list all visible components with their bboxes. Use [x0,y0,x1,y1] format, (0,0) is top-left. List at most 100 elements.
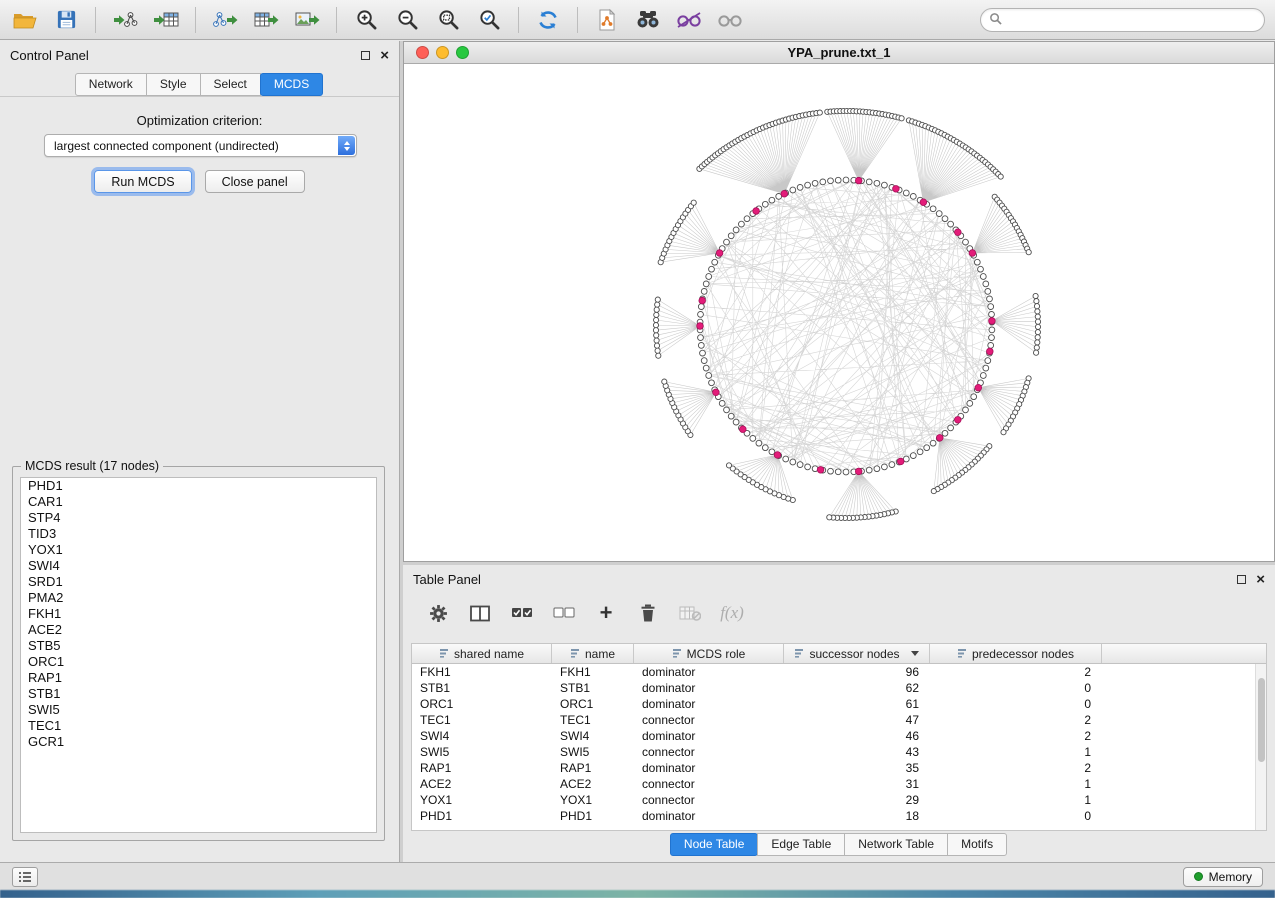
show-columns-icon[interactable] [467,600,493,626]
column-header-name[interactable]: name [552,644,634,663]
close-panel-button[interactable]: Close panel [205,170,305,193]
optimization-criterion-select[interactable]: largest connected component (undirected) [44,134,357,157]
tab-network[interactable]: Network [75,73,147,96]
table-cell[interactable]: dominator [634,680,784,696]
function-builder-icon[interactable]: f(x) [719,600,745,626]
table-row[interactable]: ORC1ORC1dominator610 [412,696,1255,712]
table-cell[interactable]: 31 [784,776,930,792]
table-cell[interactable]: PHD1 [412,808,552,824]
table-cell[interactable]: connector [634,744,784,760]
window-minimize-button[interactable] [436,46,449,59]
zoom-selected-icon[interactable] [474,5,504,35]
table-row[interactable]: PHD1PHD1dominator180 [412,808,1255,824]
table-cell[interactable]: STB1 [412,680,552,696]
table-row[interactable]: FKH1FKH1dominator962 [412,664,1255,680]
table-cell[interactable]: ORC1 [412,696,552,712]
table-cell[interactable]: 47 [784,712,930,728]
mcds-result-item[interactable]: STB1 [21,686,376,702]
column-header-successor-nodes[interactable]: successor nodes [784,644,930,663]
save-session-icon[interactable] [51,5,81,35]
table-cell[interactable]: 2 [930,760,1102,776]
create-column-icon[interactable]: + [593,600,619,626]
mcds-result-item[interactable]: RAP1 [21,670,376,686]
column-header-shared-name[interactable]: shared name [412,644,552,663]
tab-motifs[interactable]: Motifs [947,833,1007,856]
table-cell[interactable]: 1 [930,792,1102,808]
duplicate-network-icon[interactable] [592,5,622,35]
import-network-icon[interactable] [110,5,140,35]
table-row[interactable]: RAP1RAP1dominator352 [412,760,1255,776]
table-cell[interactable]: FKH1 [412,664,552,680]
column-header-predecessor-nodes[interactable]: predecessor nodes [930,644,1102,663]
run-mcds-button[interactable]: Run MCDS [94,170,191,193]
deselect-all-icon[interactable] [551,600,577,626]
float-panel-icon[interactable] [1237,575,1246,584]
tab-network-table[interactable]: Network Table [844,833,948,856]
zoom-fit-icon[interactable] [433,5,463,35]
table-cell[interactable]: dominator [634,728,784,744]
table-cell[interactable]: ACE2 [552,776,634,792]
table-cell[interactable]: 96 [784,664,930,680]
table-cell[interactable]: FKH1 [552,664,634,680]
mcds-result-item[interactable]: TID3 [21,526,376,542]
table-cell[interactable]: ACE2 [412,776,552,792]
table-cell[interactable]: 62 [784,680,930,696]
network-canvas[interactable] [404,64,1274,561]
table-row[interactable]: TEC1TEC1connector472 [412,712,1255,728]
table-row[interactable]: SWI5SWI5connector431 [412,744,1255,760]
mcds-result-item[interactable]: CAR1 [21,494,376,510]
table-scrollbar[interactable] [1255,664,1266,830]
mcds-result-item[interactable]: STB5 [21,638,376,654]
close-panel-icon[interactable]: × [1256,572,1265,587]
table-cell[interactable]: YOX1 [552,792,634,808]
table-row[interactable]: YOX1YOX1connector291 [412,792,1255,808]
table-cell[interactable]: TEC1 [412,712,552,728]
mcds-result-item[interactable]: ORC1 [21,654,376,670]
mcds-result-item[interactable]: TEC1 [21,718,376,734]
mcds-result-item[interactable]: SRD1 [21,574,376,590]
table-cell[interactable]: 2 [930,712,1102,728]
memory-button[interactable]: Memory [1183,867,1263,887]
mcds-result-item[interactable]: GCR1 [21,734,376,750]
table-row[interactable]: SWI4SWI4dominator462 [412,728,1255,744]
zoom-in-icon[interactable] [351,5,381,35]
export-network-icon[interactable] [210,5,240,35]
first-neighbors-icon[interactable] [633,5,663,35]
close-panel-icon[interactable]: × [380,48,389,63]
export-image-icon[interactable] [292,5,322,35]
hide-selected-icon[interactable] [674,5,704,35]
table-cell[interactable]: connector [634,776,784,792]
mcds-result-item[interactable]: YOX1 [21,542,376,558]
table-cell[interactable]: 18 [784,808,930,824]
table-cell[interactable]: 0 [930,696,1102,712]
column-header-mcds-role[interactable]: MCDS role [634,644,784,663]
table-cell[interactable]: 0 [930,680,1102,696]
window-close-button[interactable] [416,46,429,59]
mcds-result-item[interactable]: STP4 [21,510,376,526]
import-table-icon[interactable] [151,5,181,35]
tab-select[interactable]: Select [200,73,261,96]
table-cell[interactable]: YOX1 [412,792,552,808]
mcds-result-item[interactable]: SWI5 [21,702,376,718]
tab-edge-table[interactable]: Edge Table [757,833,845,856]
mcds-result-item[interactable]: ACE2 [21,622,376,638]
table-mode-icon[interactable] [425,600,451,626]
table-cell[interactable]: SWI4 [552,728,634,744]
mcds-result-item[interactable]: FKH1 [21,606,376,622]
tab-mcds[interactable]: MCDS [260,73,323,96]
table-cell[interactable]: 35 [784,760,930,776]
table-cell[interactable]: STB1 [552,680,634,696]
table-cell[interactable]: 43 [784,744,930,760]
float-panel-icon[interactable] [361,51,370,60]
table-cell[interactable]: SWI5 [552,744,634,760]
table-cell[interactable]: 29 [784,792,930,808]
table-cell[interactable]: connector [634,792,784,808]
table-cell[interactable]: 1 [930,776,1102,792]
export-table-icon[interactable] [251,5,281,35]
search-field[interactable] [980,8,1265,32]
table-cell[interactable]: 61 [784,696,930,712]
table-cell[interactable]: TEC1 [552,712,634,728]
table-cell[interactable]: RAP1 [412,760,552,776]
network-window-titlebar[interactable]: YPA_prune.txt_1 [404,42,1274,64]
table-cell[interactable]: 46 [784,728,930,744]
